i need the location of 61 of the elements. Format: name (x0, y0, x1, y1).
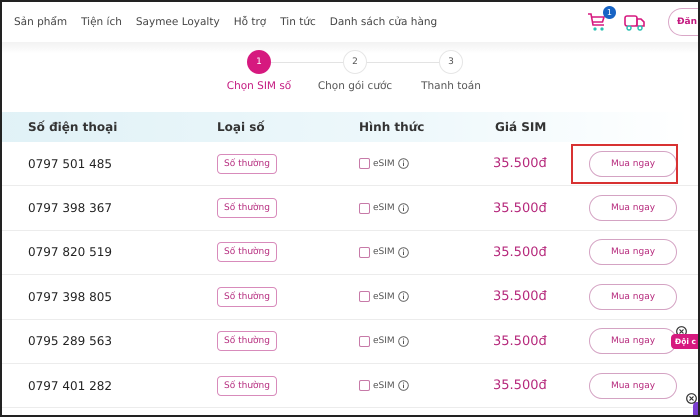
esim-checkbox[interactable] (359, 291, 370, 302)
number-type-tag: Số thường (217, 242, 277, 262)
buy-button[interactable]: Mua ngay (589, 372, 677, 399)
sim-price: 35.500đ (493, 244, 548, 260)
esim-checkbox[interactable] (359, 336, 370, 347)
sim-price: 35.500đ (493, 334, 548, 349)
esim-checkbox[interactable] (359, 202, 370, 214)
buy-button[interactable]: Mua ngay (589, 150, 677, 177)
nav-link[interactable]: Sản phẩm (14, 16, 68, 28)
esim-checkbox[interactable] (359, 158, 370, 170)
phone-number: 0797 398 805 (28, 290, 113, 304)
esim-label: eSIM (373, 336, 395, 346)
nav-link[interactable]: Tin tức (280, 16, 316, 28)
step-label: Thanh toán (421, 80, 481, 92)
buy-button[interactable]: Mua ngay (589, 195, 677, 222)
number-type-tag: Số thường (217, 154, 277, 174)
info-icon[interactable] (398, 380, 409, 392)
info-icon[interactable] (398, 158, 409, 170)
sim-price: 35.500đ (493, 156, 548, 172)
sim-price: 35.500đ (493, 378, 548, 394)
number-type-tag: Số thường (217, 286, 277, 307)
buy-button[interactable]: Mua ngay (589, 284, 677, 310)
sim-price: 35.500đ (493, 200, 548, 216)
number-type-tag: Số thường (217, 376, 277, 396)
info-icon[interactable] (398, 202, 409, 214)
close-icon[interactable] (686, 393, 697, 404)
esim-checkbox[interactable] (359, 380, 370, 392)
step-number[interactable]: 2 (343, 50, 367, 74)
sim-price: 35.500đ (493, 289, 548, 304)
phone-number: 0797 820 519 (28, 245, 113, 260)
step-number[interactable]: 3 (439, 50, 463, 74)
step-number[interactable]: 1 (247, 50, 271, 74)
truck-icon[interactable] (624, 12, 646, 32)
column-header: Số điện thoại (28, 120, 118, 134)
column-header: Loại số (217, 120, 266, 134)
number-type-tag: Số thường (217, 198, 277, 218)
login-button[interactable]: Đăn (668, 8, 698, 36)
esim-label: eSIM (373, 158, 395, 169)
nav-link[interactable]: Saymee Loyalty (136, 16, 220, 28)
info-icon[interactable] (398, 246, 409, 258)
phone-number: 0797 401 282 (28, 378, 113, 393)
column-header: Giá SIM (495, 120, 548, 134)
cart-count-badge: 1 (602, 6, 616, 19)
esim-label: eSIM (373, 247, 395, 258)
nav-link[interactable]: Danh sách cửa hàng (330, 16, 438, 28)
info-icon[interactable] (398, 336, 409, 347)
esim-label: eSIM (373, 380, 395, 391)
phone-number: 0797 501 485 (28, 156, 113, 171)
esim-label: eSIM (373, 292, 395, 302)
step-label: Chọn gói cước (318, 80, 392, 92)
phone-number: 0797 398 367 (28, 201, 113, 216)
nav-link[interactable]: Hỗ trợ (234, 16, 266, 28)
buy-button[interactable]: Mua ngay (589, 239, 677, 266)
esim-label: eSIM (373, 203, 395, 214)
phone-number: 0795 289 563 (28, 334, 113, 348)
info-icon[interactable] (398, 291, 409, 302)
step-label: Chọn SIM số (226, 80, 292, 92)
nav-link[interactable]: Tiện ích (81, 16, 122, 28)
esim-checkbox[interactable] (359, 246, 370, 258)
column-header: Hình thức (359, 120, 426, 134)
number-type-tag: Số thường (217, 331, 277, 352)
